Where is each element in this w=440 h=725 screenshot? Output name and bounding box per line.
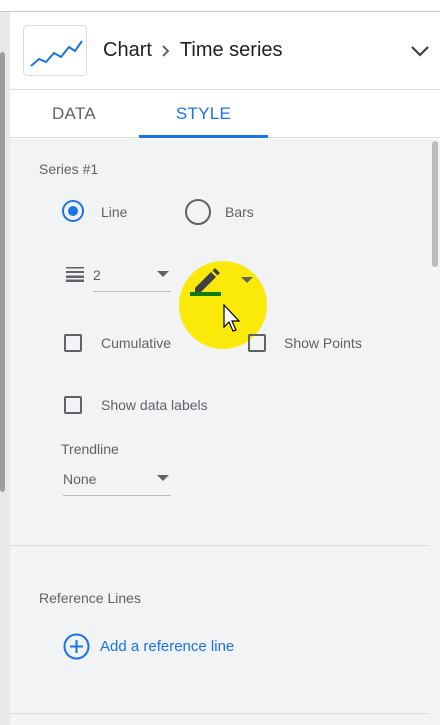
scrollbar-thumb[interactable] <box>432 141 438 267</box>
color-dropdown-arrow-icon[interactable] <box>241 277 253 283</box>
mouse-cursor-icon <box>223 304 241 332</box>
show-data-labels-label[interactable]: Show data labels <box>101 397 208 413</box>
breadcrumb-root[interactable]: Chart <box>103 39 152 62</box>
chevron-down-icon <box>411 46 429 57</box>
radio-line-label[interactable]: Line <box>101 204 127 220</box>
properties-tabs: DATA STYLE <box>10 90 440 138</box>
add-reference-line-label[interactable]: Add a reference line <box>100 638 234 655</box>
window-top-edge <box>0 0 440 12</box>
cumulative-checkbox[interactable] <box>64 334 82 352</box>
radio-line[interactable] <box>62 200 84 222</box>
show-data-labels-checkbox[interactable] <box>64 396 82 414</box>
line-weight-icon <box>66 266 84 287</box>
radio-bars[interactable] <box>185 199 211 225</box>
bottom-divider <box>10 713 430 714</box>
dropdown-arrow-icon <box>157 475 169 481</box>
series-title: Series #1 <box>39 161 99 177</box>
radio-bars-label[interactable]: Bars <box>225 204 254 220</box>
show-points-label[interactable]: Show Points <box>284 335 362 351</box>
dropdown-arrow-icon <box>157 271 169 277</box>
collapse-panel-button[interactable] <box>406 37 434 65</box>
trendline-value: None <box>63 471 97 487</box>
active-tab-indicator <box>139 135 268 138</box>
show-points-checkbox[interactable] <box>248 334 266 352</box>
left-scrollbar-thumb[interactable] <box>0 52 5 492</box>
tab-data[interactable]: DATA <box>18 90 130 137</box>
line-weight-value: 2 <box>93 267 101 283</box>
left-panel-edge <box>0 12 10 725</box>
time-series-chart-icon <box>23 25 87 76</box>
add-reference-line-button[interactable]: Add a reference line <box>63 633 234 660</box>
breadcrumb-current: Time series <box>179 39 283 61</box>
tab-style[interactable]: STYLE <box>139 90 268 137</box>
trendline-label: Trendline <box>61 441 119 457</box>
line-color-swatch <box>190 292 221 296</box>
cumulative-label[interactable]: Cumulative <box>101 335 171 351</box>
panel-header: Chart Time series <box>10 13 440 90</box>
trendline-select[interactable]: None <box>63 471 171 496</box>
section-divider <box>10 545 430 546</box>
chevron-right-icon <box>160 44 172 58</box>
reference-lines-title: Reference Lines <box>39 590 141 606</box>
breadcrumb: Chart Time series <box>103 39 283 62</box>
add-circle-icon <box>63 633 90 660</box>
line-weight-select[interactable]: 2 <box>93 267 171 292</box>
